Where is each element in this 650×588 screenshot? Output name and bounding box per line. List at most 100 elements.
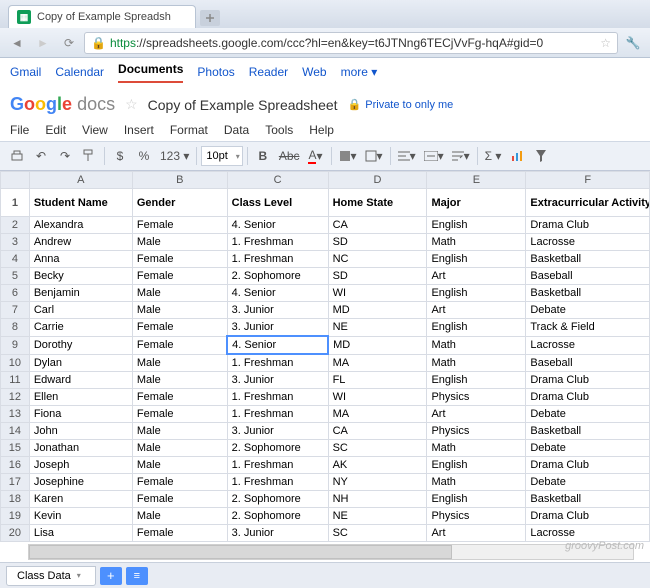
gbar-more[interactable]: more ▾ [341, 65, 378, 79]
redo-button[interactable]: ↷ [54, 145, 76, 167]
cell[interactable]: 2. Sophomore [227, 440, 328, 457]
cell[interactable]: 1. Freshman [227, 406, 328, 423]
cell[interactable]: SC [328, 440, 427, 457]
add-sheet-button[interactable]: + [100, 567, 122, 585]
cell[interactable]: 2. Sophomore [227, 491, 328, 508]
header-cell[interactable]: Major [427, 189, 526, 217]
header-cell[interactable]: Gender [132, 189, 227, 217]
strikethrough-button[interactable]: Abc [276, 145, 303, 167]
cell[interactable]: Female [132, 406, 227, 423]
cell[interactable]: Math [427, 474, 526, 491]
cell[interactable]: Physics [427, 423, 526, 440]
cell[interactable]: English [427, 372, 526, 389]
cell[interactable]: NC [328, 251, 427, 268]
cell[interactable]: Anna [29, 251, 132, 268]
row-header[interactable]: 7 [1, 302, 30, 319]
cell[interactable]: MA [328, 354, 427, 372]
scrollbar-thumb[interactable] [29, 545, 452, 559]
paint-format-button[interactable] [78, 145, 100, 167]
row-header[interactable]: 1 [1, 189, 30, 217]
cell[interactable]: 3. Junior [227, 372, 328, 389]
row-header[interactable]: 5 [1, 268, 30, 285]
column-header[interactable]: E [427, 172, 526, 189]
cell[interactable]: Drama Club [526, 457, 650, 474]
menu-help[interactable]: Help [309, 123, 334, 137]
cell[interactable]: Male [132, 423, 227, 440]
chart-button[interactable] [506, 145, 528, 167]
gbar-gmail[interactable]: Gmail [10, 65, 41, 79]
row-header[interactable]: 17 [1, 474, 30, 491]
row-header[interactable]: 6 [1, 285, 30, 302]
cell[interactable]: Art [427, 525, 526, 542]
cell[interactable]: Basketball [526, 285, 650, 302]
header-cell[interactable]: Student Name [29, 189, 132, 217]
cell[interactable]: Female [132, 251, 227, 268]
more-formats-button[interactable]: 123 ▾ [157, 145, 192, 167]
cell[interactable]: Male [132, 440, 227, 457]
fill-color-button[interactable]: ▾ [336, 145, 360, 167]
align-button[interactable]: ▾ [395, 145, 419, 167]
cell[interactable]: 1. Freshman [227, 234, 328, 251]
row-header[interactable]: 12 [1, 389, 30, 406]
cell[interactable]: Ellen [29, 389, 132, 406]
row-header[interactable]: 18 [1, 491, 30, 508]
cell[interactable]: Edward [29, 372, 132, 389]
new-tab-button[interactable] [200, 10, 220, 26]
currency-button[interactable]: $ [109, 145, 131, 167]
cell[interactable]: Female [132, 491, 227, 508]
menu-tools[interactable]: Tools [265, 123, 293, 137]
menu-edit[interactable]: Edit [45, 123, 66, 137]
row-header[interactable]: 2 [1, 217, 30, 234]
cell[interactable]: 4. Senior [227, 336, 328, 354]
cell[interactable]: NH [328, 491, 427, 508]
gbar-reader[interactable]: Reader [249, 65, 288, 79]
cell[interactable]: Art [427, 268, 526, 285]
cell[interactable]: Drama Club [526, 389, 650, 406]
cell[interactable]: 2. Sophomore [227, 508, 328, 525]
cell[interactable]: Basketball [526, 251, 650, 268]
row-header[interactable]: 13 [1, 406, 30, 423]
cell[interactable]: Kevin [29, 508, 132, 525]
cell[interactable]: Baseball [526, 268, 650, 285]
cell[interactable]: Female [132, 474, 227, 491]
cell[interactable]: John [29, 423, 132, 440]
cell[interactable]: 3. Junior [227, 302, 328, 319]
cell[interactable]: English [427, 319, 526, 337]
url-input[interactable]: 🔒 https://spreadsheets.google.com/ccc?hl… [84, 32, 618, 54]
document-title[interactable]: Copy of Example Spreadsheet [148, 97, 338, 113]
filter-button[interactable] [530, 145, 552, 167]
sheet-tab[interactable]: Class Data ▾ [6, 566, 96, 586]
cell[interactable]: Dylan [29, 354, 132, 372]
spreadsheet-grid[interactable]: ABCDEF 1Student NameGenderClass LevelHom… [0, 171, 650, 542]
menu-view[interactable]: View [82, 123, 108, 137]
cell[interactable]: WI [328, 389, 427, 406]
cell[interactable]: 1. Freshman [227, 354, 328, 372]
reload-button[interactable]: ⟳ [58, 32, 80, 54]
cell[interactable]: Basketball [526, 491, 650, 508]
row-header[interactable]: 15 [1, 440, 30, 457]
merge-button[interactable]: ▾ [421, 145, 447, 167]
cell[interactable]: Drama Club [526, 508, 650, 525]
cell[interactable]: 1. Freshman [227, 474, 328, 491]
cell[interactable]: Carl [29, 302, 132, 319]
row-header[interactable]: 16 [1, 457, 30, 474]
cell[interactable]: 1. Freshman [227, 251, 328, 268]
cell[interactable]: 3. Junior [227, 319, 328, 337]
row-header[interactable]: 11 [1, 372, 30, 389]
cell[interactable]: Male [132, 457, 227, 474]
column-header[interactable]: C [227, 172, 328, 189]
cell[interactable]: Female [132, 525, 227, 542]
cell[interactable]: Male [132, 354, 227, 372]
cell[interactable]: 4. Senior [227, 217, 328, 234]
cell[interactable]: Alexandra [29, 217, 132, 234]
cell[interactable]: English [427, 491, 526, 508]
cell[interactable]: Debate [526, 440, 650, 457]
cell[interactable]: Male [132, 508, 227, 525]
cell[interactable]: Lacrosse [526, 234, 650, 251]
cell[interactable]: Joseph [29, 457, 132, 474]
privacy-button[interactable]: 🔒 Private to only me [348, 98, 454, 111]
column-header[interactable]: A [29, 172, 132, 189]
cell[interactable]: Jonathan [29, 440, 132, 457]
cell[interactable]: Math [427, 440, 526, 457]
percent-button[interactable]: % [133, 145, 155, 167]
